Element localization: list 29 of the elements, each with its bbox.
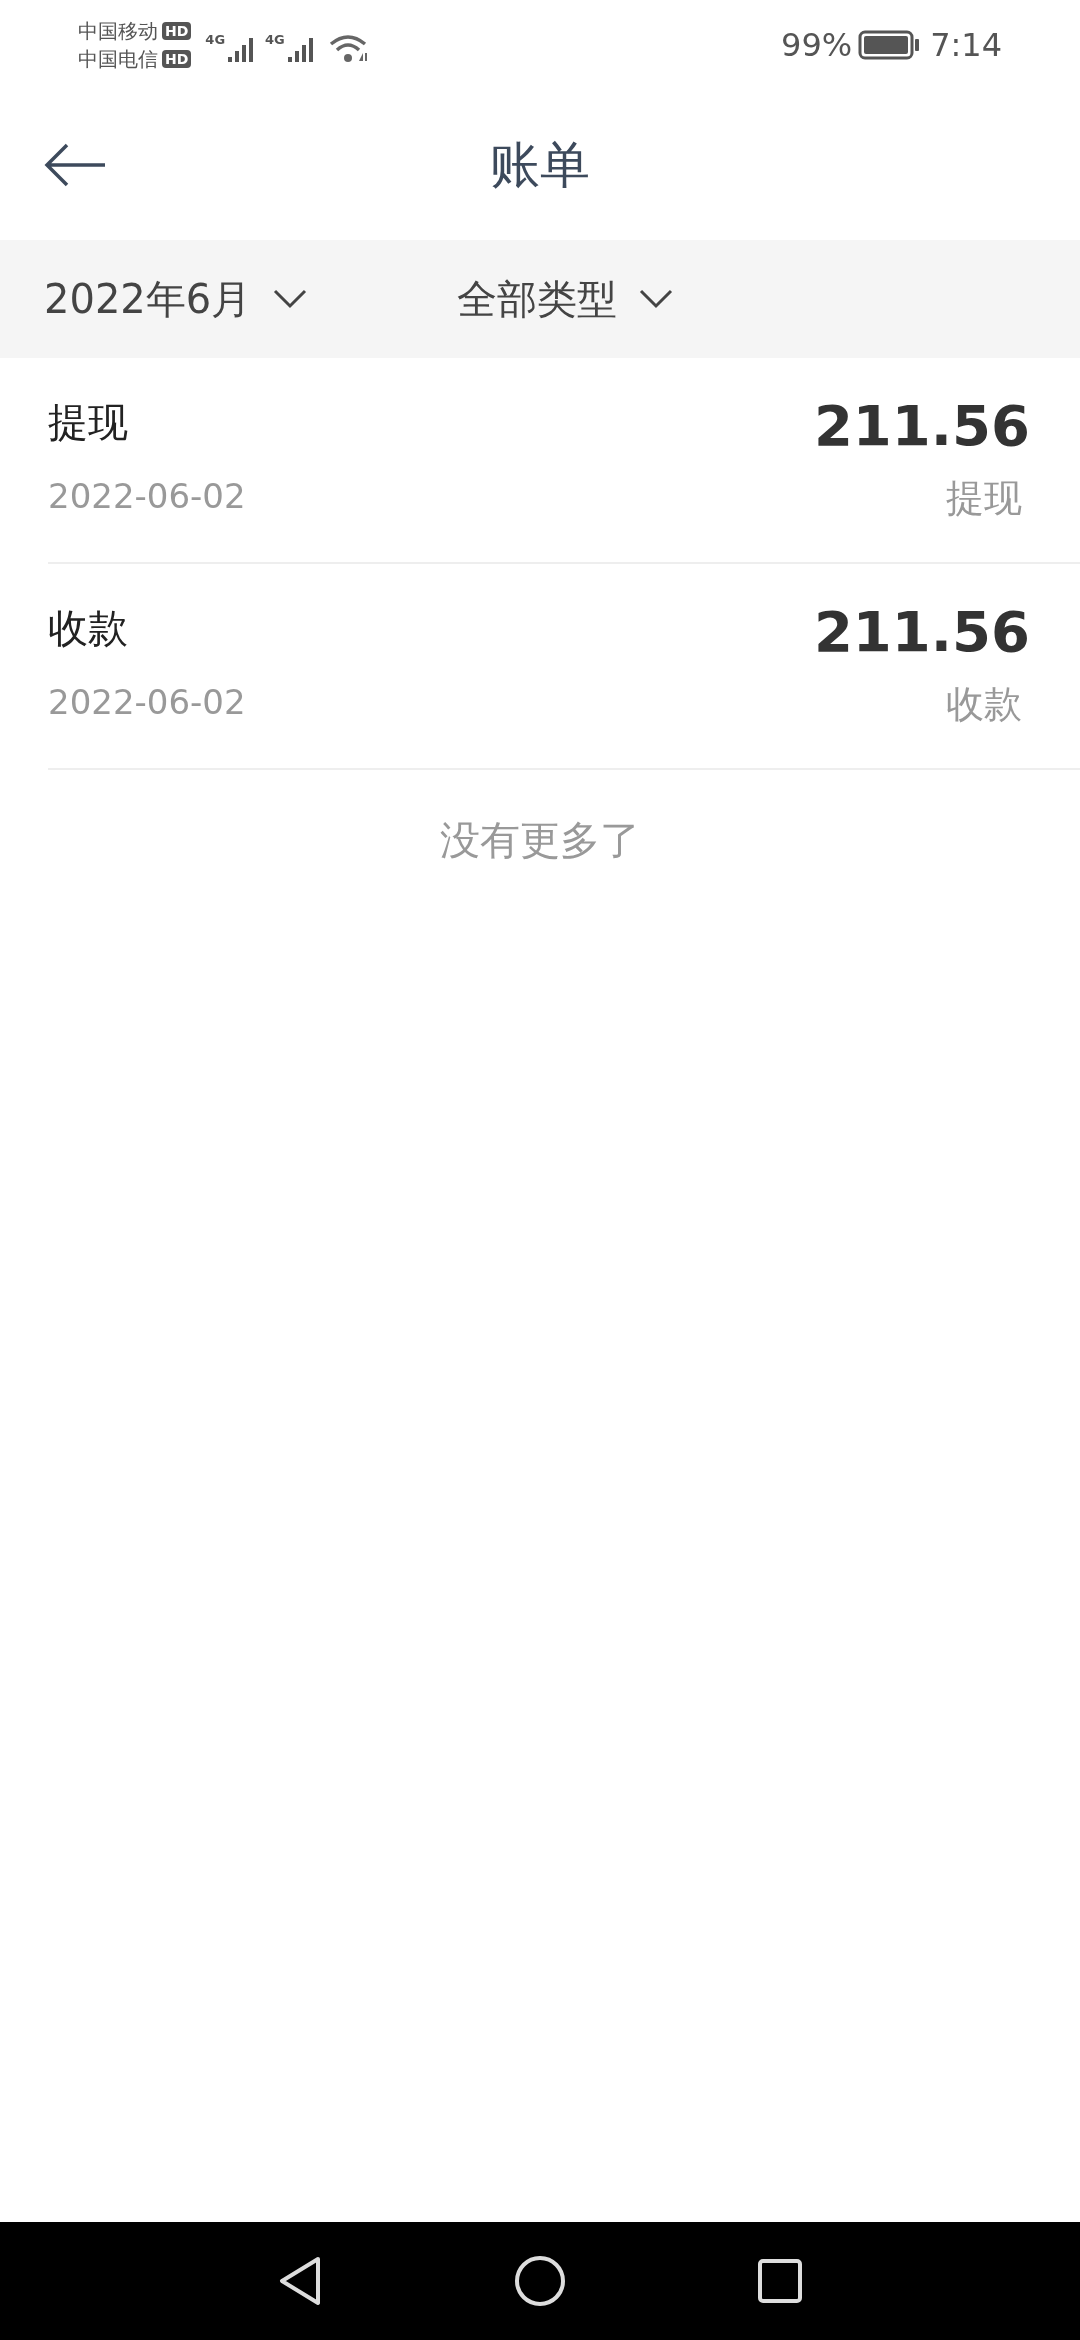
page-title: 账单 <box>490 134 590 196</box>
battery-percentage: 99% <box>781 25 853 66</box>
transaction-row[interactable]: 提现 2022-06-02 211.56 提现 <box>48 358 1080 564</box>
transaction-amount: 211.56 <box>813 398 1030 454</box>
network-type: 4G <box>265 33 285 47</box>
wifi-icon <box>328 33 369 63</box>
transaction-date: 2022-06-02 <box>48 476 246 516</box>
back-arrow-icon <box>43 141 107 189</box>
recents-square-icon <box>757 2258 803 2304</box>
home-circle-icon <box>514 2255 566 2307</box>
transaction-type: 提现 <box>946 476 1022 520</box>
end-of-list-note: 没有更多了 <box>440 816 640 865</box>
battery-icon <box>858 30 921 60</box>
network-type: 4G <box>205 33 226 47</box>
clock: 7:14 <box>930 25 1002 66</box>
hd-badge: HD <box>162 22 192 40</box>
transaction-name: 提现 <box>48 398 129 446</box>
transaction-date: 2022-06-02 <box>48 682 246 722</box>
chevron-down-icon <box>639 289 674 309</box>
hd-badge: HD <box>162 50 192 68</box>
transaction-row[interactable]: 收款 2022-06-02 211.56 收款 <box>48 564 1080 770</box>
transaction-type: 收款 <box>946 682 1022 726</box>
chevron-down-icon <box>273 289 308 309</box>
transaction-amount: 211.56 <box>813 604 1030 660</box>
filter-dropdown[interactable]: 全部类型 <box>457 269 674 329</box>
carrier-name: 中国电信 <box>78 46 158 72</box>
transaction-name: 收款 <box>48 604 129 652</box>
carrier-name: 中国移动 <box>78 18 158 44</box>
filter-dropdown[interactable]: 2022年6月 <box>44 269 308 329</box>
